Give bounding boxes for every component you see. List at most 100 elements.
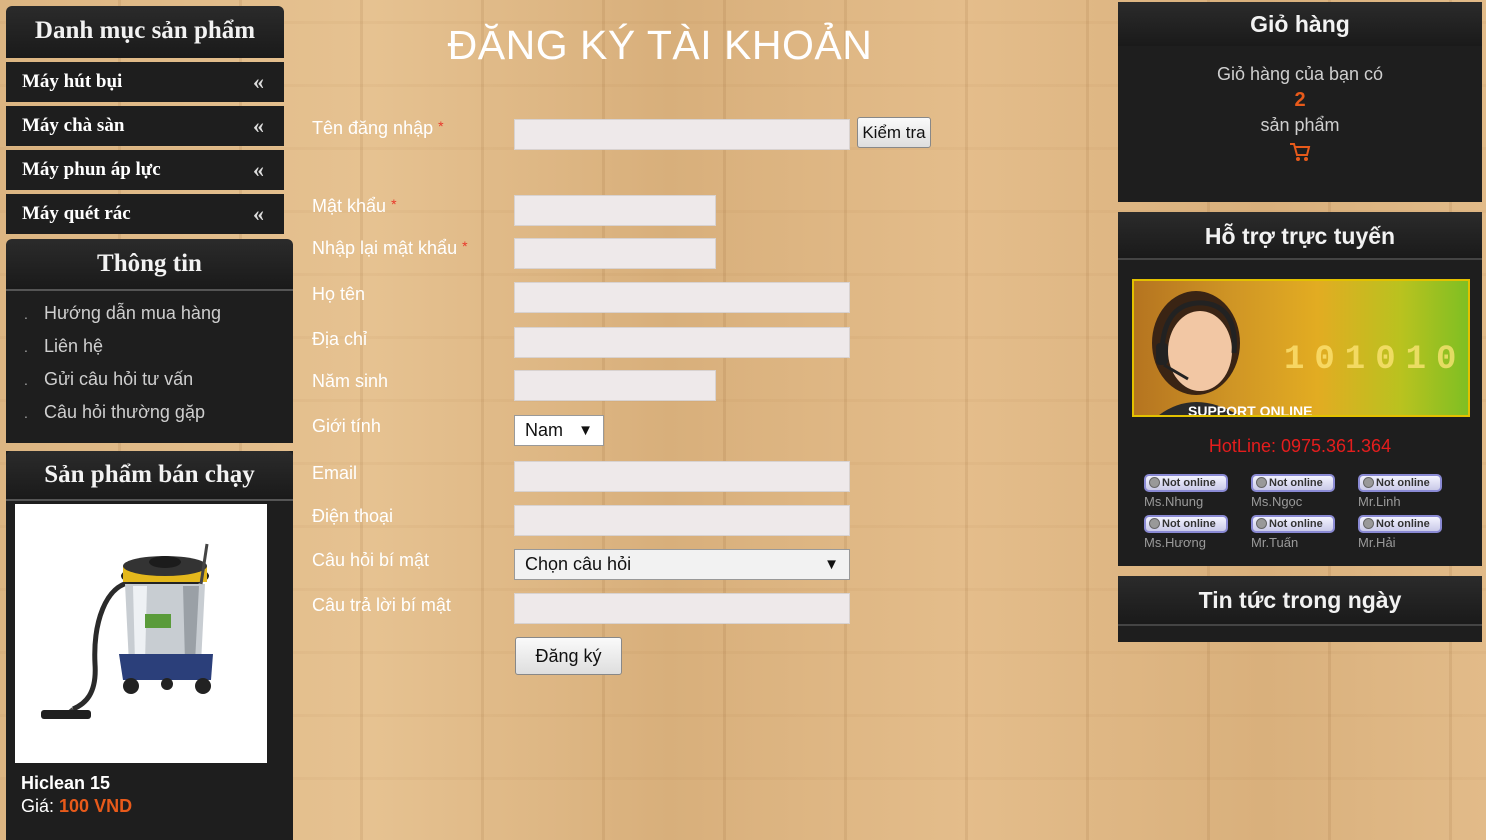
bestseller-panel-title: Sản phẩm bán chạy: [6, 451, 293, 501]
address-input[interactable]: [514, 327, 850, 358]
username-input[interactable]: [514, 119, 850, 150]
agent-status-badge: Not online: [1144, 474, 1228, 492]
birthyear-label: Năm sinh: [312, 371, 389, 391]
support-agent[interactable]: Not online Ms.Ngọc: [1251, 474, 1341, 509]
support-agent[interactable]: Not online Mr.Hải: [1358, 515, 1448, 550]
category-item-label: Máy phun áp lực: [22, 159, 161, 180]
status-dot-icon: [1149, 477, 1160, 488]
phone-input[interactable]: [514, 505, 850, 536]
status-dot-icon: [1256, 518, 1267, 529]
agent-status-text: Not online: [1269, 477, 1323, 489]
product-image[interactable]: [15, 504, 267, 763]
banner-digits: 1010101: [1284, 341, 1468, 379]
gender-select-value: Nam: [525, 420, 564, 440]
username-label: Tên đăng nhập *: [312, 118, 444, 139]
phone-label: Điện thoại: [312, 506, 394, 526]
category-item-pressure-washer[interactable]: Máy phun áp lực «: [6, 150, 284, 190]
agent-name: Mr.Tuấn: [1251, 535, 1299, 550]
bestseller-panel: Sản phẩm bán chạy Hiclean 15 Giá: 100 VN…: [6, 451, 293, 840]
agent-status-badge: Not online: [1251, 474, 1335, 492]
info-link-ask-question[interactable]: . Gửi câu hỏi tư vấn: [24, 365, 293, 398]
info-link-label: Gửi câu hỏi tư vấn: [44, 369, 194, 389]
check-username-button[interactable]: Kiểm tra: [857, 117, 931, 148]
password-input[interactable]: [514, 195, 716, 226]
agent-status-badge: Not online: [1144, 515, 1228, 533]
email-input[interactable]: [514, 461, 850, 492]
agent-status-badge: Not online: [1358, 474, 1442, 492]
password-confirm-input[interactable]: [514, 238, 716, 269]
password-label-text: Mật khẩu: [312, 196, 387, 216]
info-link-faq[interactable]: . Câu hỏi thường gặp: [24, 398, 293, 431]
status-dot-icon: [1363, 518, 1374, 529]
password-confirm-label: Nhập lại mật khẩu *: [312, 238, 468, 259]
info-link-label: Hướng dẫn mua hàng: [44, 303, 221, 323]
dropdown-arrow-icon: ▼: [824, 556, 839, 573]
register-button[interactable]: Đăng ký: [515, 637, 622, 675]
bullet-icon: .: [24, 405, 28, 421]
address-label: Địa chỉ: [312, 329, 368, 349]
birthyear-input[interactable]: [514, 370, 716, 401]
category-item-vacuum[interactable]: Máy hút bụi «: [6, 62, 284, 102]
news-panel-title: Tin tức trong ngày: [1118, 576, 1482, 626]
bullet-icon: .: [24, 339, 28, 355]
agent-status-text: Not online: [1162, 477, 1216, 489]
info-panel-title: Thông tin: [6, 239, 293, 291]
agent-status-text: Not online: [1376, 477, 1430, 489]
info-link-contact[interactable]: . Liên hệ: [24, 332, 293, 365]
category-item-sweeper[interactable]: Máy quét rác «: [6, 194, 284, 234]
info-link-buying-guide[interactable]: . Hướng dẫn mua hàng: [24, 299, 293, 332]
secret-question-value: Chọn câu hỏi: [525, 554, 632, 574]
status-dot-icon: [1256, 477, 1267, 488]
support-banner: 1010101 SUPPORT ONLINE: [1132, 279, 1470, 417]
chevron-left-icon: «: [253, 157, 264, 182]
secret-answer-input[interactable]: [514, 593, 850, 624]
username-label-text: Tên đăng nhập: [312, 118, 434, 138]
vacuum-cleaner-icon: [41, 543, 213, 719]
support-agent[interactable]: Not online Mr.Linh: [1358, 474, 1448, 509]
required-mark: *: [462, 238, 468, 254]
support-agent[interactable]: Not online Ms.Hương: [1144, 515, 1234, 550]
info-link-list: . Hướng dẫn mua hàng . Liên hệ . Gửi câu hỏ…: [6, 291, 293, 443]
product-name[interactable]: Hiclean 15: [21, 773, 110, 794]
category-panel-title: Danh mục sản phẩm: [6, 6, 284, 58]
dropdown-arrow-icon: ▼: [578, 422, 593, 439]
hotline-text: HotLine: 0975.361.364: [1208, 436, 1392, 456]
chevron-left-icon: «: [253, 113, 264, 138]
chevron-left-icon: «: [253, 201, 264, 226]
product-price-row: Giá: 100 VND: [21, 796, 132, 817]
support-agent[interactable]: Not online Mr.Tuấn: [1251, 515, 1341, 550]
agent-name: Ms.Nhung: [1144, 494, 1204, 509]
product-price-label: Giá:: [21, 796, 55, 816]
agent-status-text: Not online: [1162, 518, 1216, 530]
info-panel: Thông tin . Hướng dẫn mua hàng . Liên hệ .…: [6, 239, 293, 443]
cart-icon[interactable]: [1118, 142, 1482, 167]
agent-status-badge: Not online: [1358, 515, 1442, 533]
category-panel: Danh mục sản phẩm Máy hút bụi « Máy chà …: [6, 6, 284, 234]
password-confirm-label-text: Nhập lại mật khẩu: [312, 238, 458, 258]
agent-name: Mr.Linh: [1358, 494, 1401, 509]
bullet-icon: .: [24, 306, 28, 322]
cart-text-line2: sản phẩm: [1260, 115, 1340, 135]
fullname-input[interactable]: [514, 282, 850, 313]
bullet-icon: .: [24, 372, 28, 388]
agent-status-text: Not online: [1269, 518, 1323, 530]
status-dot-icon: [1149, 518, 1160, 529]
support-panel: Hỗ trợ trực tuyến 1010101 SUPPORT ONLINE…: [1118, 212, 1482, 566]
gender-select[interactable]: Nam ▼: [514, 415, 604, 446]
password-label: Mật khẩu *: [312, 196, 397, 217]
category-item-label: Máy chà sàn: [22, 115, 125, 136]
fullname-label: Họ tên: [312, 284, 366, 304]
status-dot-icon: [1363, 477, 1374, 488]
info-link-label: Câu hỏi thường gặp: [44, 402, 205, 422]
secret-question-select[interactable]: Chọn câu hỏi ▼: [514, 549, 850, 580]
required-mark: *: [391, 196, 397, 212]
gender-label: Giới tính: [312, 416, 381, 436]
cart-panel: Giỏ hàng Giỏ hàng của bạn có 2 sản phẩm: [1118, 2, 1482, 202]
cart-panel-title: Giỏ hàng: [1118, 2, 1482, 46]
support-agent[interactable]: Not online Ms.Nhung: [1144, 474, 1234, 509]
info-link-label: Liên hệ: [44, 336, 104, 356]
agent-status-text: Not online: [1376, 518, 1430, 530]
category-item-scrubber[interactable]: Máy chà sàn «: [6, 106, 284, 146]
agent-name: Ms.Ngọc: [1251, 494, 1303, 509]
required-mark: *: [438, 118, 444, 134]
